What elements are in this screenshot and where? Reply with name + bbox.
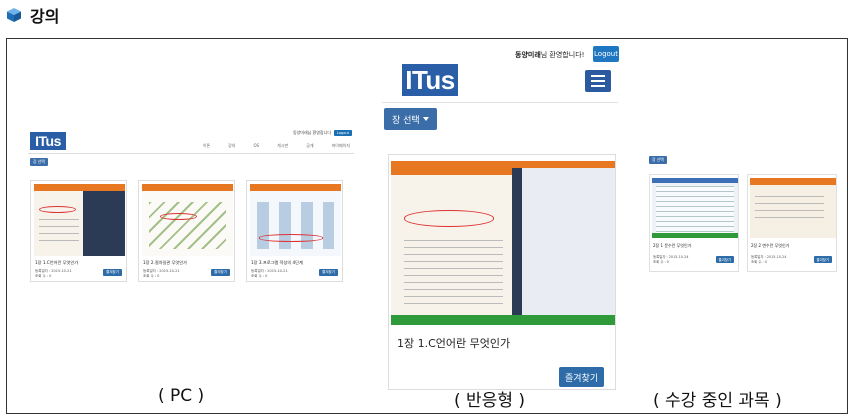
section-title: 강의 bbox=[30, 7, 60, 26]
chapter-select-button[interactable]: 장 선택 bbox=[30, 158, 48, 166]
course-card[interactable]: 1장 3.프로그램 작성의 4단계 등록일자 : 2015-10-21 조회 수… bbox=[246, 180, 343, 282]
nav-item[interactable]: OS bbox=[253, 143, 259, 149]
cube-icon bbox=[7, 8, 21, 22]
page: 강의 ITus 동양미래님 환영합니다 Logout 이론 강의 OS 게시판 … bbox=[0, 0, 854, 417]
logout-button[interactable]: Logout bbox=[593, 46, 619, 62]
pc-nav: 이론 강의 OS 게시판 공개 마이페이지 bbox=[203, 143, 350, 149]
course-title[interactable]: 1장 3.프로그램 작성의 4단계 bbox=[251, 260, 303, 266]
greeting-suffix: 님 환영합니다! bbox=[540, 51, 585, 59]
favorite-button[interactable]: 즐겨찾기 bbox=[715, 256, 734, 263]
menu-hamburger-icon[interactable] bbox=[585, 70, 611, 92]
course-card[interactable]: 1장 1.C언어란 무엇인가 즐겨찾기 bbox=[388, 154, 616, 390]
divider bbox=[28, 153, 354, 154]
course-views: 조회 수 : 0 bbox=[143, 274, 160, 278]
course-card[interactable]: 1장 1.C언어란 무엇인가 등록일자 : 2015-10-21 조회 수 : … bbox=[30, 180, 127, 282]
favorite-button[interactable]: 즐겨찾기 bbox=[211, 269, 230, 276]
course-title[interactable]: 1장 1.C언어란 무엇인가 bbox=[397, 335, 510, 351]
course-meta: 등록일자 : 2015-10-21 조회 수 : 0 bbox=[35, 269, 72, 279]
course-thumbnail bbox=[750, 178, 836, 238]
pc-preview: ITus 동양미래님 환영합니다 Logout 이론 강의 OS 게시판 공개 … bbox=[24, 92, 354, 302]
course-card[interactable]: 2장 2 변수란 무엇인가 등록일자 : 2015-10-24 조회 수 : 0… bbox=[747, 174, 837, 272]
nav-item[interactable]: 공개 bbox=[306, 143, 313, 149]
course-title[interactable]: 2장 2 변수란 무엇인가 bbox=[751, 243, 789, 249]
course-card[interactable]: 2장 1 문수란 무엇인가 등록일자 : 2015-10-24 조회 수 : 0… bbox=[649, 174, 739, 272]
chapter-select-label: 장 선택 bbox=[392, 115, 420, 126]
site-logo[interactable]: ITus bbox=[402, 64, 458, 96]
course-meta: 등록일자 : 2015-10-21 조회 수 : 0 bbox=[143, 269, 180, 279]
responsive-preview: 동양미래님 환영합니다! Logout ITus 장 선택 1장 1.C언어란 … bbox=[378, 40, 632, 390]
course-title[interactable]: 2장 1 문수란 무엇인가 bbox=[653, 243, 691, 249]
course-title[interactable]: 1장 1.C언어란 무엇인가 bbox=[35, 260, 78, 266]
section-heading: 강의 bbox=[6, 4, 59, 26]
nav-item[interactable]: 이론 bbox=[203, 143, 210, 149]
course-thumbnail bbox=[34, 184, 125, 256]
greeting-text: 동양미래님 환영합니다! bbox=[515, 50, 584, 60]
nav-item[interactable]: 게시판 bbox=[277, 143, 288, 149]
favorite-button[interactable]: 즐겨찾기 bbox=[559, 367, 605, 387]
caption-taking-courses: ( 수강 중인 과목 ) bbox=[653, 391, 782, 411]
favorite-button[interactable]: 즐겨찾기 bbox=[103, 269, 122, 276]
site-logo[interactable]: ITus bbox=[30, 132, 66, 150]
course-views: 조회 수 : 0 bbox=[751, 260, 767, 264]
caret-down-icon bbox=[422, 117, 429, 121]
course-thumbnail bbox=[250, 184, 341, 256]
course-meta: 등록일자 : 2015-10-24 조회 수 : 0 bbox=[653, 255, 688, 265]
course-meta: 등록일자 : 2015-10-24 조회 수 : 0 bbox=[751, 255, 786, 265]
nav-item[interactable]: 강의 bbox=[228, 143, 235, 149]
favorite-button[interactable]: 즐겨찾기 bbox=[813, 256, 832, 263]
divider bbox=[382, 102, 618, 103]
caption-pc: ( PC ) bbox=[158, 386, 205, 406]
user-name: 동양미래 bbox=[515, 51, 541, 59]
course-meta: 등록일자 : 2015-10-21 조회 수 : 0 bbox=[251, 269, 288, 279]
taking-courses-preview: 장 선택 2장 1 문수란 무엇인가 등록일자 : 2015-10-24 조회 … bbox=[645, 152, 841, 272]
course-views: 조회 수 : 0 bbox=[251, 274, 268, 278]
course-card[interactable]: 1장 2.절차일관 무엇인가 등록일자 : 2015-10-21 조회 수 : … bbox=[138, 180, 235, 282]
favorite-button[interactable]: 즐겨찾기 bbox=[319, 269, 338, 276]
logout-button[interactable]: Logout bbox=[334, 130, 352, 136]
course-title[interactable]: 1장 2.절차일관 무엇인가 bbox=[143, 260, 187, 266]
pc-user-bar: 동양미래님 환영합니다 Logout bbox=[293, 130, 352, 136]
course-thumbnail bbox=[391, 161, 615, 325]
caption-responsive: ( 반응형 ) bbox=[454, 391, 525, 411]
chapter-select-button[interactable]: 장 선택 bbox=[384, 108, 437, 130]
nav-item[interactable]: 마이페이지 bbox=[332, 143, 350, 149]
chapter-select-button[interactable]: 장 선택 bbox=[649, 156, 667, 164]
course-thumbnail bbox=[652, 178, 738, 238]
greeting-text: 동양미래님 환영합니다 bbox=[292, 130, 332, 135]
course-views: 조회 수 : 0 bbox=[653, 260, 669, 264]
course-thumbnail bbox=[142, 184, 233, 256]
course-views: 조회 수 : 0 bbox=[35, 274, 52, 278]
